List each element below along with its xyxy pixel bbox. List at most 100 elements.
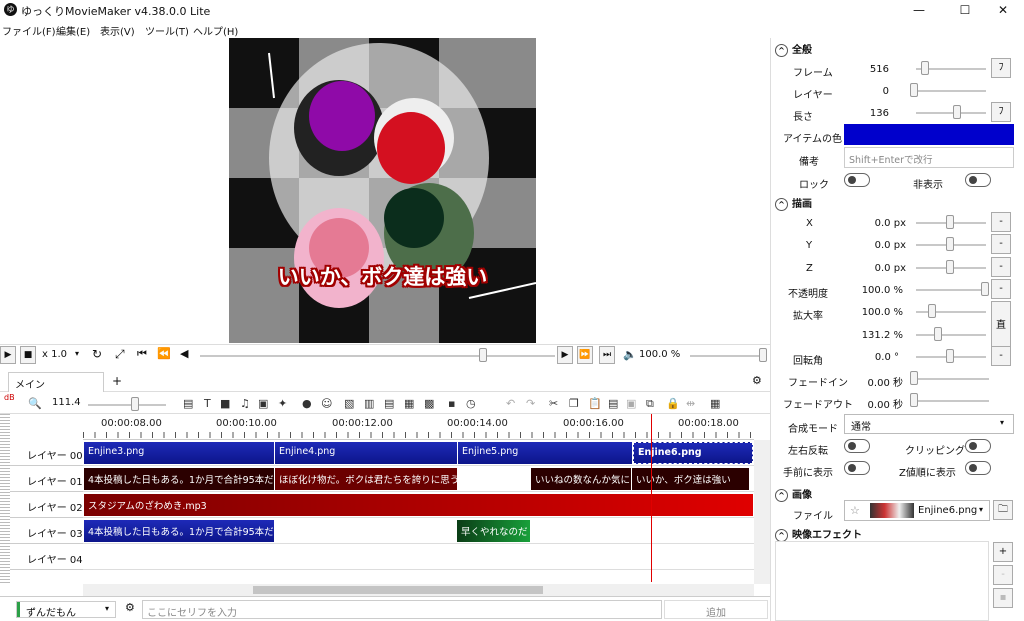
- layer-header-04[interactable]: レイヤー 04: [10, 544, 83, 570]
- fadeout-slider[interactable]: [911, 400, 989, 402]
- play-icon[interactable]: ▶: [0, 346, 16, 364]
- save-icon[interactable]: ▪: [448, 397, 455, 410]
- menu-help[interactable]: ヘルプ(H): [193, 23, 238, 38]
- layer-lane-04[interactable]: [83, 544, 754, 570]
- scrollbar-thumb[interactable]: [253, 586, 543, 594]
- zoom-icon[interactable]: 🔍: [28, 397, 42, 410]
- clip-line-6[interactable]: 早くやれなのだ: [457, 520, 530, 542]
- fadeout-slider-thumb[interactable]: [910, 393, 918, 407]
- file-select[interactable]: ☆ Enjine6.png ▾: [844, 500, 990, 521]
- dialogue-input[interactable]: ここにセリフを入力: [142, 600, 662, 619]
- transition-icon[interactable]: ▥: [364, 397, 374, 410]
- length-slider-thumb[interactable]: [953, 105, 961, 119]
- fadein-value[interactable]: 0.00 秒: [843, 374, 903, 389]
- x-slider-thumb[interactable]: [946, 215, 954, 229]
- rotation-value[interactable]: 0.0 °: [839, 352, 899, 363]
- speech-icon[interactable]: ▤: [183, 397, 193, 410]
- volume-track[interactable]: [690, 355, 765, 357]
- length-button[interactable]: ﾌ: [991, 102, 1011, 122]
- opacity-slider-thumb[interactable]: [981, 282, 989, 296]
- paste-icon[interactable]: 📋: [588, 397, 602, 410]
- zoom-track[interactable]: [88, 404, 166, 406]
- range-icon[interactable]: ⤢: [115, 347, 125, 362]
- layer-lane-03[interactable]: 4本投稿した日もある。1か月で合計95本だ 早くやれなのだ: [83, 518, 754, 544]
- zoom-thumb[interactable]: [131, 397, 139, 411]
- clip-line-1[interactable]: 4本投稿した日もある。1か月で合計95本だ: [84, 468, 274, 490]
- fadein-slider-thumb[interactable]: [910, 371, 918, 385]
- clip-line-5[interactable]: 4本投稿した日もある。1か月で合計95本だ: [84, 520, 274, 542]
- rotation-minus-button[interactable]: -: [991, 346, 1011, 366]
- clock-icon[interactable]: ◷: [466, 397, 476, 410]
- save-effect-icon[interactable]: ▪: [993, 588, 1013, 608]
- frame-value[interactable]: 516: [829, 64, 889, 75]
- scale-slider-2[interactable]: [916, 334, 986, 336]
- z-slider-thumb[interactable]: [946, 260, 954, 274]
- clip-enjine4[interactable]: Enjine4.png: [275, 442, 457, 464]
- timeline-splitter[interactable]: [0, 414, 10, 584]
- speed-chevron-icon[interactable]: ▾: [75, 349, 79, 358]
- x-minus-button[interactable]: -: [991, 212, 1011, 232]
- y-value[interactable]: 0.0 px: [846, 240, 906, 251]
- playhead[interactable]: [651, 414, 652, 582]
- opacity-slider[interactable]: [916, 289, 986, 291]
- layer-lane-00[interactable]: Enjine3.png Enjine4.png Enjine5.png Enji…: [83, 440, 754, 466]
- menu-view[interactable]: 表示(V): [100, 23, 135, 38]
- close-button[interactable]: ✕: [981, 0, 1024, 20]
- go-start-icon[interactable]: ⏮: [137, 347, 147, 361]
- x-value[interactable]: 0.0 px: [846, 218, 906, 229]
- note-input[interactable]: Shift+Enterで改行: [844, 147, 1014, 168]
- add-effect-button[interactable]: +: [993, 542, 1013, 562]
- face-icon[interactable]: ☺: [321, 397, 332, 410]
- preview-image[interactable]: いいか、ボク達は強い: [229, 38, 536, 343]
- grid-view-icon[interactable]: ▦: [710, 397, 720, 410]
- frame-slider-thumb[interactable]: [921, 61, 929, 75]
- opacity-minus-button[interactable]: -: [991, 279, 1011, 299]
- frame-button[interactable]: ﾌ: [991, 58, 1011, 78]
- star-icon[interactable]: ☆: [850, 504, 860, 517]
- person-icon[interactable]: ●: [302, 397, 312, 410]
- lock-icon[interactable]: 🔒: [666, 397, 680, 410]
- layer-header-01[interactable]: レイヤー 01: [10, 466, 83, 492]
- clip-stadium-audio[interactable]: スタジアムのざわめき.mp3: [84, 494, 753, 516]
- section-image[interactable]: ^ 画像: [775, 486, 812, 502]
- scrollbar-horizontal[interactable]: [83, 584, 754, 596]
- gear-icon[interactable]: ⚙: [752, 374, 762, 387]
- prev-frame-icon[interactable]: ⏪: [157, 347, 171, 360]
- clip-line-2[interactable]: ほぼ化け物だ。ボクは君たちを誇りに思う。: [275, 468, 457, 490]
- text-icon[interactable]: T: [204, 397, 211, 410]
- layer-lane-02[interactable]: スタジアムのざわめき.mp3: [83, 492, 754, 518]
- scale-value[interactable]: 100.0 %: [843, 307, 903, 318]
- grid-icon[interactable]: ▩: [424, 397, 434, 410]
- group-icon[interactable]: ▣: [626, 397, 636, 410]
- snap-icon[interactable]: ⇹: [686, 397, 695, 410]
- y-minus-button[interactable]: -: [991, 234, 1011, 254]
- clip-enjine3[interactable]: Enjine3.png: [84, 442, 274, 464]
- go-end-icon[interactable]: ⏭: [599, 346, 615, 364]
- loop-icon[interactable]: ↻: [92, 347, 102, 361]
- hide-toggle[interactable]: [965, 173, 991, 187]
- effects-list[interactable]: [775, 541, 989, 621]
- section-draw[interactable]: ^ 描画: [775, 195, 812, 211]
- speed-select[interactable]: x 1.0: [42, 349, 67, 360]
- voice-settings-icon[interactable]: ⚙: [125, 601, 135, 614]
- z-minus-button[interactable]: -: [991, 257, 1011, 277]
- menu-file[interactable]: ファイル(F): [2, 23, 56, 38]
- fadeout-value[interactable]: 0.00 秒: [843, 396, 903, 411]
- layer-header-03[interactable]: レイヤー 03: [10, 518, 83, 544]
- step-back-icon[interactable]: ◀: [180, 347, 188, 360]
- speaker-select[interactable]: ずんだもん ▾: [16, 601, 116, 619]
- y-slider-thumb[interactable]: [946, 237, 954, 251]
- next-frame-icon[interactable]: ⏩: [577, 346, 593, 364]
- add-tab-button[interactable]: +: [112, 374, 122, 388]
- shape-icon[interactable]: ✦: [278, 397, 287, 410]
- seek-thumb[interactable]: [479, 348, 487, 362]
- stop-icon[interactable]: ■: [20, 346, 36, 364]
- menu-tools[interactable]: ツール(T): [145, 23, 189, 38]
- layer-value[interactable]: 0: [829, 86, 889, 97]
- item-color-swatch[interactable]: [844, 124, 1014, 145]
- tab-main[interactable]: メイン: [8, 372, 104, 392]
- section-general[interactable]: ^ 全般: [775, 41, 812, 57]
- zorder-toggle[interactable]: [965, 461, 991, 475]
- rotation-slider-thumb[interactable]: [946, 349, 954, 363]
- length-slider[interactable]: [916, 112, 986, 114]
